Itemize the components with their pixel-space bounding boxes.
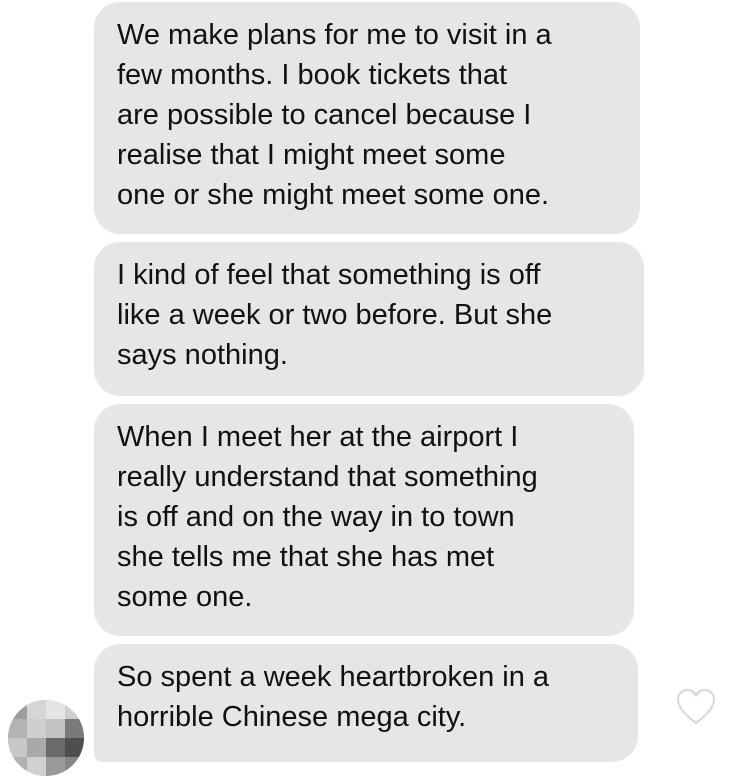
avatar-pixel xyxy=(46,757,65,776)
message-bubble-3[interactable]: When I meet her at the airport I really … xyxy=(94,404,634,636)
message-line: like a week or two before. But she xyxy=(117,299,553,331)
message-line: few months. I book tickets that xyxy=(117,59,508,91)
message-line: realise that I might meet some xyxy=(117,139,506,171)
avatar-pixel xyxy=(65,719,84,738)
message-bubble-1[interactable]: We make plans for me to visit in a few m… xyxy=(94,2,640,234)
message-line: says nothing. xyxy=(117,339,288,371)
avatar-pixel xyxy=(27,719,46,738)
avatar-pixel xyxy=(65,700,84,719)
message-line: We make plans for me to visit in a xyxy=(117,19,552,51)
avatar-pixel xyxy=(46,738,65,757)
message-line: really understand that something xyxy=(117,461,538,493)
message-line: So spent a week heartbroken in a xyxy=(117,661,550,693)
avatar-pixel xyxy=(46,700,65,719)
avatar-pixel xyxy=(27,700,46,719)
message-line: is off and on the way in to town xyxy=(117,501,515,533)
avatar-pixel xyxy=(8,738,27,757)
message-bubble-2[interactable]: I kind of feel that something is off lik… xyxy=(94,242,644,396)
heart-outline-icon[interactable] xyxy=(676,688,716,726)
message-line: When I meet her at the airport I xyxy=(117,421,519,453)
avatar-pixel xyxy=(8,719,27,738)
avatar-pixel xyxy=(65,757,84,776)
message-line: she tells me that she has met xyxy=(117,541,495,573)
avatar-pixel xyxy=(46,719,65,738)
blurred-avatar[interactable] xyxy=(8,700,84,776)
avatar-pixel xyxy=(27,738,46,757)
message-bubble-4[interactable]: So spent a week heartbroken in a horribl… xyxy=(94,644,638,762)
message-line: some one. xyxy=(117,581,253,613)
avatar-pixel xyxy=(65,738,84,757)
message-line: one or she might meet some one. xyxy=(117,179,550,211)
message-line: are possible to cancel because I xyxy=(117,99,532,131)
message-line: horrible Chinese mega city. xyxy=(117,701,467,733)
avatar-pixel xyxy=(8,700,27,719)
avatar-pixel xyxy=(8,757,27,776)
avatar-pixel xyxy=(27,757,46,776)
message-line: I kind of feel that something is off xyxy=(117,259,541,291)
